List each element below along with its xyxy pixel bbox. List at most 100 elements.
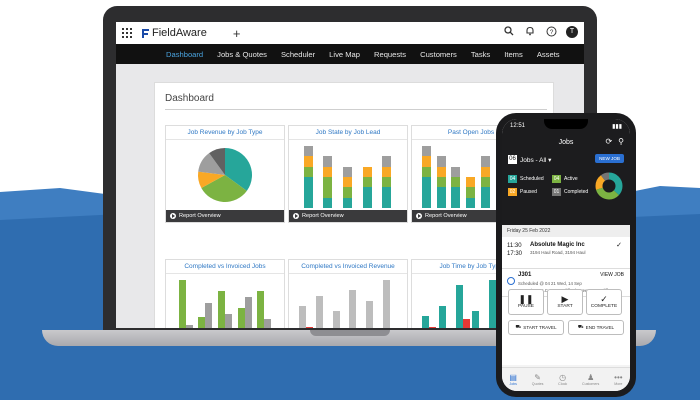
appointment-row[interactable]: 11:30 17:30 Absolute Magic Inc 3194 Haul… [502,237,630,269]
card-completed-invoiced-revenue[interactable]: Completed vs Invoiced Revenue [288,259,408,328]
stat-label: Paused [520,189,537,195]
card-title: Completed vs Invoiced Jobs [166,260,284,274]
search-icon[interactable] [503,26,515,38]
end-travel-button[interactable]: ⛟ END TRAVEL [568,320,624,335]
bar [428,326,436,328]
nav-dashboard[interactable]: Dashboard [166,50,203,59]
report-overview-label: Report Overview [302,213,344,219]
check-icon: ✓ [600,294,608,304]
chart-area [166,140,284,210]
bar-segment [303,146,313,157]
nav-jobs-quotes[interactable]: Jobs & Quotes [217,50,267,59]
pause-icon: ❚❚ [518,294,534,304]
tab-label: Clock [558,382,568,386]
tab-label: Quotes [531,382,544,386]
bar-segment [436,187,446,208]
nav-requests[interactable]: Requests [374,50,406,59]
bar [185,325,193,328]
bar [225,313,232,328]
card-job-revenue[interactable]: Job Revenue by Job Type Report Overview [165,125,285,223]
bar-segment [466,187,475,198]
tab-label: Customers [581,382,600,386]
chart-area [289,140,407,210]
start-travel-label: START TRAVEL [523,325,557,330]
nav-assets[interactable]: Assets [537,50,560,59]
date-day: Friday [507,228,521,234]
date-value: 25 Feb 2022 [522,228,551,234]
stat-label: Active [564,176,578,182]
clock-icon: ◷ [559,373,567,382]
nav-tasks[interactable]: Tasks [471,50,490,59]
bar [305,326,313,328]
truck-icon: ⛟ [577,324,584,329]
location-pin-icon[interactable]: ⚲ [618,137,624,146]
complete-button[interactable]: ✓ COMPLETE [586,289,622,315]
bar-segment [343,166,352,177]
card-completed-invoiced-jobs[interactable]: Completed vs Invoiced Jobs [165,259,285,328]
stat-active[interactable]: 04 Active [552,175,578,183]
bar [455,285,463,328]
play-circle-icon [170,213,176,219]
nav-scheduler[interactable]: Scheduler [281,50,315,59]
view-job-link[interactable]: VIEW JOB [600,272,624,278]
bar [349,290,357,328]
stat-completed[interactable]: 01 Completed [552,188,588,196]
report-overview-label: Report Overview [179,213,221,219]
bar-segment [323,177,333,198]
card-title: Job State by Job Lead [289,126,407,140]
pie-chart [198,148,252,202]
card-job-state[interactable]: Job State by Job Lead Report Overview [288,125,408,223]
nav-items[interactable]: Items [504,50,523,59]
bell-icon[interactable] [524,26,536,38]
start-travel-button[interactable]: ⛟ START TRAVEL [508,320,564,335]
start-button[interactable]: ▶ START [547,289,583,315]
jobs-filter-dropdown[interactable]: Jobs - All ▾ [520,156,551,164]
bar-segment [323,166,333,177]
nav-customers[interactable]: Customers [420,50,457,59]
bar [218,291,225,328]
bar [257,291,265,328]
bar-segment [382,156,392,167]
plus-icon[interactable]: + [233,26,241,41]
pause-button[interactable]: ❚❚ PAUSE [508,289,544,315]
job-id: J301 [518,272,532,278]
bar-segment [480,166,490,177]
report-overview-link[interactable]: Report Overview [289,210,407,222]
tab-jobs[interactable]: ▤ Jobs [509,373,517,386]
bar-segment [451,177,461,188]
bar-segment [466,197,475,208]
tab-more[interactable]: ••• More [614,373,622,386]
report-overview-link[interactable]: Report Overview [166,210,284,222]
truck-icon: ⛟ [515,324,522,329]
stat-paused[interactable]: 02 Paused [508,188,537,196]
end-travel-label: END TRAVEL [585,325,615,330]
app-logo[interactable]: FieldAware [142,27,207,39]
report-overview-label: Report Overview [425,213,467,219]
new-job-button[interactable]: NEW JOB [595,154,624,163]
bar-segment [343,177,352,188]
grid-icon[interactable] [122,28,132,38]
date-header: Friday 25 Feb 2022 [502,225,630,237]
tab-customers[interactable]: ♟ Customers [582,373,599,386]
stat-label: Completed [564,189,589,195]
bar [472,311,480,328]
tab-quotes[interactable]: ✎ Quotes [532,373,544,386]
help-icon[interactable]: ? [545,26,557,38]
bar-segment [436,156,446,167]
phone-screen: 12:51 ▮▮▮ Jobs ⟳ ⚲ 06 Jobs - All ▾ NEW J… [502,119,630,391]
bar-segment [421,166,431,177]
jobs-icon: ▤ [509,373,517,382]
avatar[interactable]: T [566,26,578,38]
refresh-icon[interactable]: ⟳ [605,137,612,146]
bar [298,305,306,328]
bar-segment [323,197,333,208]
bar-segment [303,156,313,167]
stat-scheduled[interactable]: 04 Scheduled [508,175,544,183]
jobs-filter-label: Jobs - All [520,157,547,164]
card-title: Job Revenue by Job Type [166,126,284,140]
bar-segment [451,187,461,208]
appointment-address: 3194 Haul Road, 3194 Haul [530,250,586,255]
bar-segment [480,156,490,167]
nav-live-map[interactable]: Live Map [329,50,360,59]
tab-clock[interactable]: ◷ Clock [558,373,567,386]
